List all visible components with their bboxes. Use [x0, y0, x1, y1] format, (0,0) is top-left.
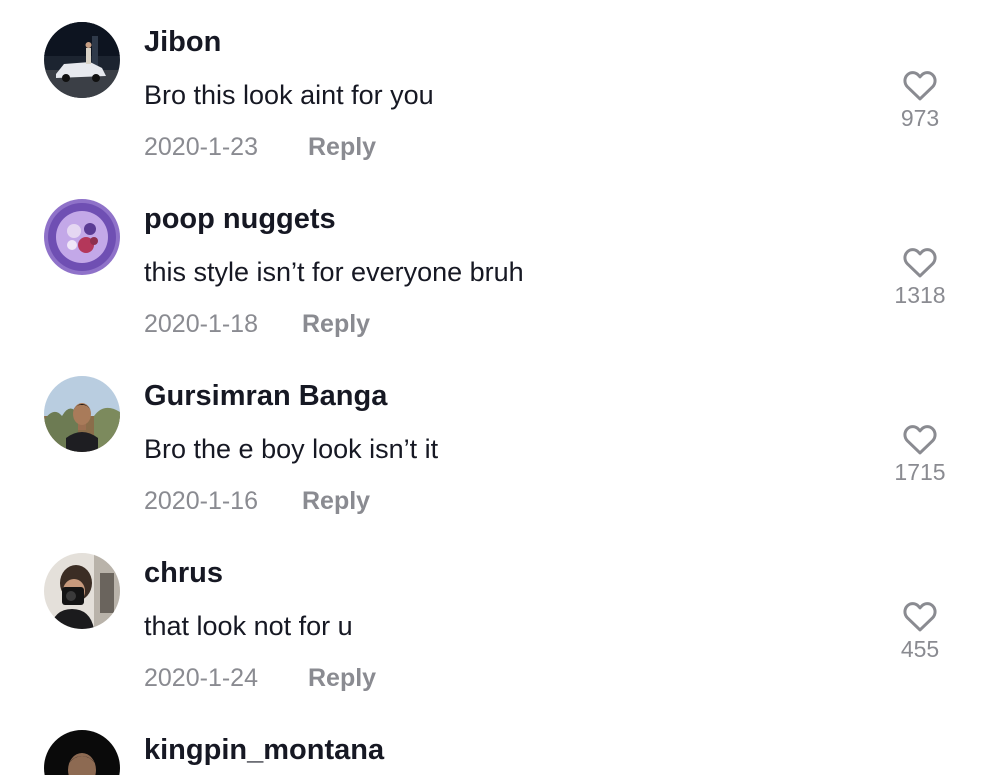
avatar-image	[44, 730, 120, 775]
comment-username[interactable]: chrus	[144, 557, 223, 590]
reply-button[interactable]: Reply	[302, 310, 370, 339]
comment-item: Jibon Bro this look aint for you 2020-1-…	[0, 0, 1000, 177]
avatar-image	[44, 376, 120, 452]
comment-item: poop nuggets this style isn’t for everyo…	[0, 177, 1000, 354]
like-count: 973	[900, 105, 940, 131]
like-count: 1318	[894, 282, 946, 308]
user-avatar[interactable]	[44, 376, 120, 452]
avatar-image	[44, 199, 120, 275]
like-button[interactable]: 1318	[890, 245, 950, 309]
user-avatar[interactable]	[44, 553, 120, 629]
comment-list: Jibon Bro this look aint for you 2020-1-…	[0, 0, 1000, 775]
avatar-image	[44, 22, 120, 98]
user-avatar[interactable]	[44, 730, 120, 775]
like-button[interactable]: 1715	[890, 422, 950, 486]
like-count: 1715	[894, 459, 946, 485]
user-avatar[interactable]	[44, 199, 120, 275]
comment-username[interactable]: Jibon	[144, 26, 221, 59]
comment-text: this style isn’t for everyone bruh	[144, 257, 524, 287]
like-button[interactable]: 455	[890, 599, 950, 663]
heart-outline-icon	[903, 602, 937, 632]
comment-item: Gursimran Banga Bro the e boy look isn’t…	[0, 354, 1000, 531]
user-avatar[interactable]	[44, 22, 120, 98]
comment-username[interactable]: Gursimran Banga	[144, 380, 387, 413]
reply-button[interactable]: Reply	[308, 133, 376, 162]
comment-text: Bro this look aint for you	[144, 80, 434, 110]
avatar-image	[44, 553, 120, 629]
reply-button[interactable]: Reply	[302, 487, 370, 516]
comment-date: 2020-1-24	[144, 664, 258, 692]
comment-date: 2020-1-18	[144, 310, 258, 338]
heart-outline-icon	[903, 248, 937, 278]
comment-item: chrus that look not for u 2020-1-24 Repl…	[0, 531, 1000, 708]
comment-date: 2020-1-23	[144, 133, 258, 161]
like-count: 455	[900, 636, 940, 662]
comment-text: Bro the e boy look isn’t it	[144, 434, 439, 464]
like-button[interactable]: 973	[890, 68, 950, 132]
heart-outline-icon	[903, 425, 937, 455]
reply-button[interactable]: Reply	[308, 664, 376, 693]
comment-username[interactable]: kingpin_montana	[144, 734, 384, 767]
comment-item: kingpin_montana	[0, 708, 1000, 775]
heart-outline-icon	[903, 71, 937, 101]
comment-date: 2020-1-16	[144, 487, 258, 515]
comment-text: that look not for u	[144, 611, 353, 641]
comment-username[interactable]: poop nuggets	[144, 203, 336, 236]
